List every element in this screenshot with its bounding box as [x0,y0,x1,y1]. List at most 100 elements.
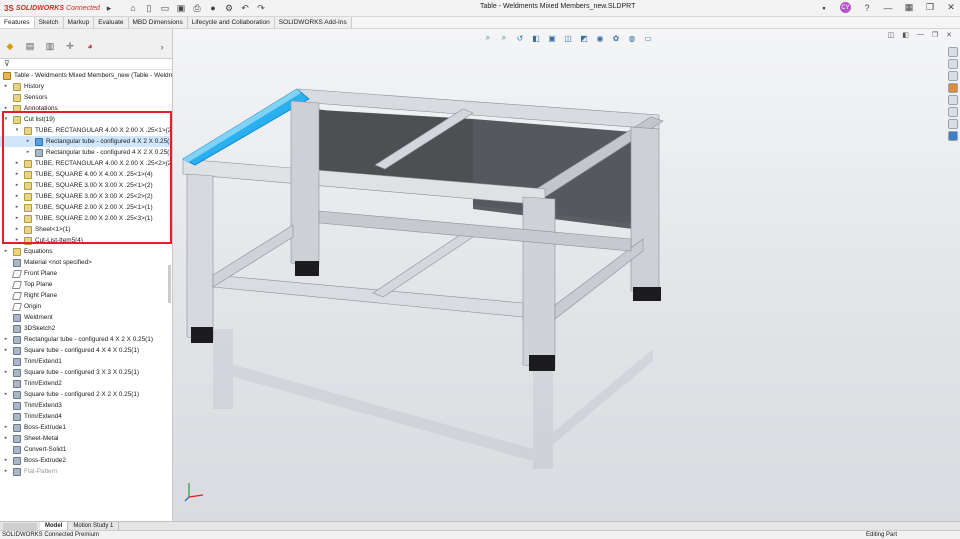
expand-menu-icon[interactable]: ▸ [104,3,114,13]
expand-arrow-icon[interactable]: ▸ [3,433,9,444]
expand-arrow-icon[interactable]: ▸ [25,136,31,147]
collapse-arrow-icon[interactable]: ▾ [3,114,9,125]
tab-motion-study-1[interactable]: Motion Study 1 [68,522,120,530]
expand-arrow-icon[interactable]: ▸ [3,334,9,345]
tree-item[interactable]: Weldment [0,312,172,323]
help-icon[interactable]: ? [862,3,872,13]
graphics-area[interactable]: ⌕ ⌕ ↺ ◧ ▣ ◫ ◩ ◉ ✿ ◍ ▭ ◫ ◧ — ❐ ✕ [173,29,960,521]
tree-item[interactable]: ▸ Sheet<1>(1) [0,224,172,235]
redo-icon[interactable]: ↷ [256,3,266,13]
title-bar: 3S SOLIDWORKS Connected ▸ ⌂ ▯ ▭ ▣ ⎙ ● ⚙ … [0,0,960,17]
tree-item[interactable]: Trim/Extend3 [0,400,172,411]
tree-item[interactable]: ▸ Square tube - configured 3 X 3 X 0.25(1… [0,367,172,378]
tree-item[interactable]: ▸ Cut-List-Item5(4) [0,235,172,246]
tree-item[interactable]: ▸ Boss-Extrude1 [0,422,172,433]
tab-evaluate[interactable]: Evaluate [94,17,129,28]
tree-item[interactable]: Top Plane [0,279,172,290]
tab-lifecycle-collaboration[interactable]: Lifecycle and Collaboration [187,17,275,28]
tab-sketch[interactable]: Sketch [34,17,64,28]
tree-item[interactable]: ▸ Boss-Extrude2 [0,455,172,466]
tree-item[interactable]: Convert-Solid1 [0,444,172,455]
tree-item[interactable]: Sensors [0,92,172,103]
tree-item[interactable]: ▸ Equations [0,246,172,257]
expand-arrow-icon[interactable]: ▸ [3,367,9,378]
expand-arrow-icon[interactable]: ▸ [14,224,20,235]
tab-model[interactable]: Model [40,522,69,530]
expand-arrow-icon[interactable]: ▸ [14,235,20,246]
expand-arrow-icon[interactable]: ▸ [3,103,9,114]
weldment-table-model[interactable] [173,29,960,521]
dimxpert-icon[interactable]: ✛ [64,40,76,52]
terminal-icon[interactable]: ▪ [819,3,829,13]
tree-item[interactable]: ▾ Cut list(19) [0,114,172,125]
tree-item[interactable]: ▸ Rectangular tube - configured 4 X 2 X 0… [0,334,172,345]
expand-arrow-icon[interactable]: ▸ [3,455,9,466]
expand-arrow-icon[interactable]: ▸ [14,191,20,202]
configuration-manager-icon[interactable]: ▥ [44,40,56,52]
tree-root[interactable]: Table - Weldments Mixed Members_new (Tab… [0,70,172,81]
open-folder-icon[interactable]: ▭ [160,3,170,13]
tree-item[interactable]: ▸ History [0,81,172,92]
expand-arrow-icon[interactable]: ▸ [14,213,20,224]
collapse-arrow-icon[interactable]: ▾ [14,125,20,136]
expand-arrow-icon[interactable]: ▸ [14,169,20,180]
tree-item[interactable]: ▸ Square tube - configured 2 X 2 X 0.25(1… [0,389,172,400]
tree-item-label: Flat-Pattern [24,468,58,475]
tree-item[interactable]: ▸ Flat-Pattern [0,466,172,477]
tree-item[interactable]: ▸ TUBE, SQUARE 4.00 X 4.00 X .25<1>(4) [0,169,172,180]
expand-arrow-icon[interactable]: ▸ [3,345,9,356]
tree-item[interactable]: ▸ TUBE, RECTANGULAR 4.00 X 2.00 X .25<2>(… [0,158,172,169]
filter-icon[interactable]: ⊽ [0,59,172,70]
expand-arrow-icon[interactable]: ▸ [3,389,9,400]
tab-features[interactable]: Features [0,17,35,28]
tree-item[interactable]: Right Plane [0,290,172,301]
tree-item[interactable]: Trim/Extend1 [0,356,172,367]
expand-arrow-icon[interactable]: ▸ [14,202,20,213]
options-gear-icon[interactable]: ⚙ [224,3,234,13]
tree-item[interactable]: ▸ TUBE, SQUARE 3.00 X 3.00 X .25<1>(2) [0,180,172,191]
tab-solidworks-addins[interactable]: SOLIDWORKS Add-Ins [274,17,352,28]
tab-mbd-dimensions[interactable]: MBD Dimensions [128,17,188,28]
home-icon[interactable]: ⌂ [128,3,138,13]
tree-item[interactable]: ▸ Rectangular tube - configured 4 X 2 X 0… [0,136,172,147]
property-manager-icon[interactable]: ▤ [24,40,36,52]
tree-item[interactable]: ▸ Square tube - configured 4 X 4 X 0.25(1… [0,345,172,356]
undo-icon[interactable]: ↶ [240,3,250,13]
display-manager-icon[interactable]: ◕ [84,40,96,52]
folder-feature-icon [13,83,21,91]
restore-window-icon[interactable]: ❐ [925,2,935,13]
expand-arrow-icon[interactable]: ▸ [3,246,9,257]
tree-item[interactable]: ▸ TUBE, SQUARE 2.00 X 2.00 X .25<1>(1) [0,202,172,213]
tab-scroll-buttons[interactable] [3,522,37,530]
tree-item[interactable]: ▸ TUBE, SQUARE 2.00 X 2.00 X .25<3>(1) [0,213,172,224]
new-document-icon[interactable]: ▯ [144,3,154,13]
tree-item[interactable]: ▸ TUBE, SQUARE 3.00 X 3.00 X .25<2>(2) [0,191,172,202]
layout-icon[interactable]: ▦ [904,2,914,13]
tree-item[interactable]: Origin [0,301,172,312]
expand-arrow-icon[interactable]: ▸ [3,466,9,477]
tree-item[interactable]: Trim/Extend2 [0,378,172,389]
tree-item[interactable]: Material <not specified> [0,257,172,268]
panel-expand-chevron-icon[interactable]: › [156,41,168,53]
expand-arrow-icon[interactable]: ▸ [14,180,20,191]
tree-item[interactable]: ▸ Sheet-Metal [0,433,172,444]
tree-item[interactable]: ▾ TUBE, RECTANGULAR 4.00 X 2.00 X .25<1>(… [0,125,172,136]
tree-item[interactable]: 3DSketch2 [0,323,172,334]
user-avatar[interactable]: CY [840,2,851,13]
tree-item[interactable]: ▸ Rectangular tube - configured 4 X 2 X 0… [0,147,172,158]
save-icon[interactable]: ▣ [176,3,186,13]
minimize-window-icon[interactable]: — [883,3,893,13]
expand-arrow-icon[interactable]: ▸ [3,81,9,92]
close-window-icon[interactable]: ✕ [946,2,956,13]
expand-arrow-icon[interactable]: ▸ [25,147,31,158]
rebuild-icon[interactable]: ● [208,3,218,13]
panel-splitter-handle[interactable] [168,265,171,303]
tree-item[interactable]: ▸ Annotations [0,103,172,114]
expand-arrow-icon[interactable]: ▸ [14,158,20,169]
expand-arrow-icon[interactable]: ▸ [3,422,9,433]
feature-tree-icon[interactable]: ◆ [4,40,16,52]
tab-markup[interactable]: Markup [63,17,95,28]
print-icon[interactable]: ⎙ [192,3,202,13]
tree-item[interactable]: Trim/Extend4 [0,411,172,422]
tree-item[interactable]: Front Plane [0,268,172,279]
